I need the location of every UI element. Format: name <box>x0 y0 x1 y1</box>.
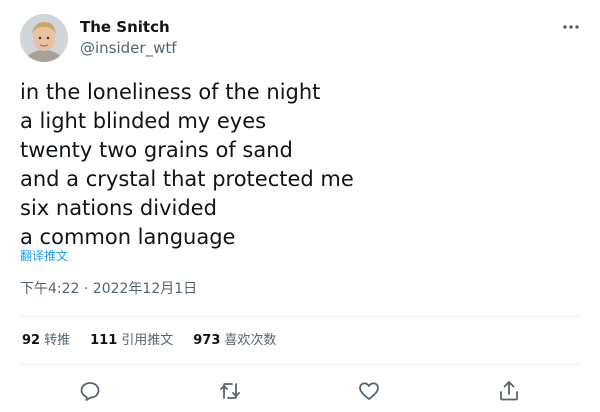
quotes-stat[interactable]: 111 引用推文 <box>90 332 173 350</box>
likes-stat[interactable]: 973 喜欢次数 <box>193 332 276 350</box>
tweet-timestamp[interactable]: 下午4:22 · 2022年12月1日 <box>20 280 197 298</box>
retweets-stat[interactable]: 92 转推 <box>22 332 70 350</box>
tweet-line: twenty two grains of sand <box>20 138 293 162</box>
retweet-icon[interactable] <box>217 378 243 404</box>
user-handle[interactable]: @insider_wtf <box>80 38 177 58</box>
reply-icon[interactable] <box>77 378 103 404</box>
tweet-line: six nations divided <box>20 196 217 220</box>
heart-icon[interactable] <box>356 378 382 404</box>
avatar[interactable] <box>20 14 68 62</box>
quotes-label: 引用推文 <box>121 333 174 348</box>
retweets-count: 92 <box>22 333 41 348</box>
tweet-line: a common language <box>20 225 236 249</box>
tweet-line: a light blinded my eyes <box>20 109 267 133</box>
tweet-text: in the loneliness of the night a light b… <box>20 78 580 252</box>
tweet-actions <box>0 378 600 404</box>
quotes-count: 111 <box>90 333 118 348</box>
share-icon[interactable] <box>496 378 522 404</box>
tweet-card: The Snitch @insider_wtf in the lonelines… <box>0 0 600 412</box>
tweet-line: in the loneliness of the night <box>20 80 321 104</box>
divider <box>20 316 580 317</box>
divider <box>20 364 580 365</box>
likes-count: 973 <box>193 333 221 348</box>
translate-tweet-link[interactable]: 翻译推文 <box>20 248 68 264</box>
retweets-label: 转推 <box>44 333 71 348</box>
display-name[interactable]: The Snitch <box>80 17 170 37</box>
more-options-icon[interactable] <box>560 16 582 38</box>
tweet-stats: 92 转推 111 引用推文 973 喜欢次数 <box>22 332 276 350</box>
likes-label: 喜欢次数 <box>224 333 277 348</box>
avatar-photo-icon <box>20 14 68 62</box>
tweet-line: and a crystal that protected me <box>20 167 354 191</box>
